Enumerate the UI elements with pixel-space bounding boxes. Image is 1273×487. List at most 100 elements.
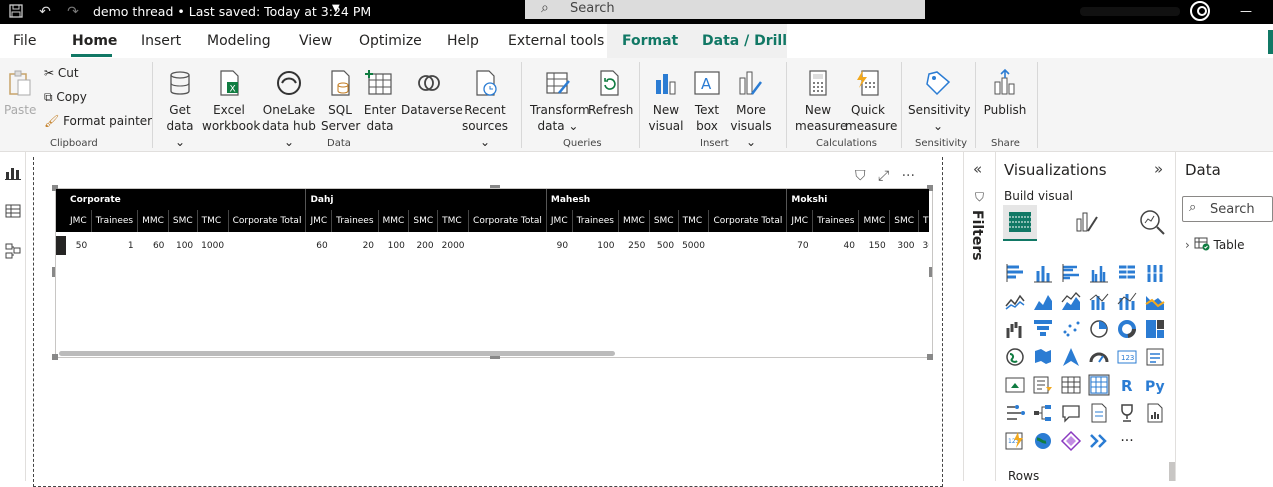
new-measure-button[interactable]: New measure [795, 68, 847, 134]
matrix-column-header[interactable]: TMC [437, 210, 470, 232]
resize-handle[interactable] [490, 185, 500, 188]
matrix-cell[interactable]: 2000 [438, 232, 469, 259]
matrix-column-header[interactable]: JMC [305, 210, 333, 232]
paste-button[interactable]: Paste [4, 68, 36, 118]
matrix-cell[interactable]: 90 [546, 232, 572, 259]
chevron-right-icon[interactable]: › [1185, 238, 1190, 252]
matrix-cell[interactable]: 100 [572, 232, 618, 259]
matrix-cell[interactable]: 500 [649, 232, 678, 259]
row-selection-marker[interactable] [56, 232, 66, 259]
undo-icon[interactable]: ↶ [37, 4, 53, 20]
matrix-column-header[interactable]: Trainees [812, 210, 860, 232]
save-icon[interactable] [8, 4, 24, 20]
tab-optimize[interactable]: Optimize [359, 33, 422, 49]
matrix-cell[interactable] [709, 232, 787, 259]
matrix-cell[interactable]: 100 [168, 232, 197, 259]
horizontal-scrollbar[interactable] [59, 351, 615, 356]
tab-help[interactable]: Help [447, 33, 479, 49]
multi-row-card-icon[interactable] [1144, 346, 1166, 368]
build-visual-tab[interactable] [1003, 205, 1037, 241]
funnel-chart-icon[interactable] [1032, 318, 1054, 340]
matrix-group-header[interactable]: Corporate [66, 189, 307, 210]
100-stacked-bar-chart-icon[interactable] [1116, 262, 1138, 284]
tab-file[interactable]: File [13, 33, 36, 49]
matrix-column-header[interactable]: Trainees [572, 210, 619, 232]
filters-pane-collapsed[interactable]: « ⛉ [963, 152, 996, 481]
matrix-cell[interactable]: 150 [859, 232, 890, 259]
card-icon[interactable]: 123 [1116, 346, 1138, 368]
table-row[interactable]: 50 1 60 100 1000 60 20 100 200 2000 90 100 250 500 500… [56, 232, 929, 259]
matrix-cell[interactable]: 5000 [678, 232, 709, 259]
smart-narrative-icon[interactable] [1088, 402, 1110, 424]
sensitivity-button[interactable]: Sensitivity ⌄ [908, 68, 970, 134]
matrix-column-header[interactable]: MMC [858, 210, 891, 232]
matrix-cell[interactable]: 60 [306, 232, 332, 259]
matrix-cell[interactable]: 250 [618, 232, 649, 259]
treemap-icon[interactable] [1144, 318, 1166, 340]
matrix-column-header[interactable]: Corporate Total [228, 210, 307, 232]
matrix-cell[interactable]: 100 [378, 232, 409, 259]
filter-icon[interactable]: ⛉ [855, 168, 866, 184]
enter-data-button[interactable]: Enter data [362, 68, 398, 134]
matrix-column-header[interactable]: SMC [889, 210, 920, 232]
matrix-cell[interactable]: 20 [332, 232, 378, 259]
matrix-cell[interactable]: 50 [66, 232, 91, 259]
quick-measure-button[interactable]: Quick measure [845, 68, 897, 134]
gauge-icon[interactable] [1088, 346, 1110, 368]
azure-map-icon[interactable] [1060, 346, 1082, 368]
publish-button[interactable]: Publish [982, 68, 1028, 118]
more-visuals-button[interactable]: More visuals ⌄ [727, 68, 775, 150]
resize-handle[interactable] [52, 267, 55, 277]
pie-chart-icon[interactable] [1088, 318, 1110, 340]
matrix-column-header[interactable]: TMC [918, 210, 929, 232]
expand-filters-icon[interactable]: « [973, 160, 982, 178]
kpi-icon[interactable] [1004, 374, 1026, 396]
matrix-column-header[interactable]: Corporate Total [708, 210, 788, 232]
100-stacked-column-chart-icon[interactable] [1144, 262, 1166, 284]
refresh-button[interactable]: Refresh [588, 68, 633, 118]
user-avatar[interactable] [1190, 1, 1210, 21]
viz-pane-scrollbar[interactable] [1169, 462, 1175, 481]
matrix-cell[interactable] [228, 232, 306, 259]
tab-modeling[interactable]: Modeling [207, 33, 271, 49]
report-view-icon[interactable] [5, 164, 21, 180]
matrix-group-header[interactable]: Mahesh [546, 189, 788, 210]
paginated-report-icon[interactable] [1144, 402, 1166, 424]
cut-button[interactable]: ✂ Cut [44, 66, 79, 80]
focus-mode-icon[interactable]: ⤢ [878, 168, 889, 184]
matrix-cell[interactable]: 40 [813, 232, 859, 259]
analytics-tab[interactable] [1135, 205, 1169, 241]
resize-handle[interactable] [927, 354, 933, 360]
data-search-input[interactable]: ⌕ Search [1182, 196, 1273, 222]
more-options-icon[interactable]: ··· [1116, 430, 1138, 452]
metrics-icon[interactable] [1116, 402, 1138, 424]
minimize-button[interactable]: — [1240, 4, 1252, 18]
sql-server-button[interactable]: SQL Server [321, 68, 360, 134]
stacked-column-chart-icon[interactable] [1032, 262, 1054, 284]
new-visual-button[interactable]: New visual [647, 68, 685, 134]
matrix-cell[interactable]: 3000 [919, 232, 929, 259]
recent-sources-button[interactable]: Recent sources ⌄ [459, 68, 511, 150]
power-apps-icon[interactable]: 123 [1004, 430, 1026, 452]
matrix-cell[interactable]: 1000 [197, 232, 228, 259]
matrix-column-header[interactable]: JMC [66, 210, 92, 232]
matrix-column-header[interactable]: MMC [378, 210, 410, 232]
copy-button[interactable]: ⧉ Copy [44, 90, 87, 105]
matrix-column-header[interactable]: SMC [168, 210, 198, 232]
search-input[interactable]: ⌕ Search [525, 0, 925, 19]
tab-external-tools[interactable]: External tools [508, 33, 604, 49]
table-visual-icon[interactable] [1060, 374, 1082, 396]
scatter-chart-icon[interactable] [1060, 318, 1082, 340]
key-influencers-icon[interactable] [1004, 402, 1026, 424]
matrix-cell[interactable]: 60 [138, 232, 169, 259]
dataverse-button[interactable]: Dataverse [401, 68, 463, 118]
format-painter-button[interactable]: 🖌 Format painter [44, 114, 152, 128]
collapse-pane-icon[interactable]: » [1154, 160, 1163, 178]
text-box-button[interactable]: A Text box [688, 68, 726, 134]
matrix-column-header[interactable]: TMC [678, 210, 710, 232]
slicer-icon[interactable] [1032, 374, 1054, 396]
resize-handle[interactable] [490, 356, 500, 359]
title-dropdown-icon[interactable]: ▼ [332, 3, 340, 14]
matrix-column-header[interactable]: JMC [546, 210, 573, 232]
matrix-group-header[interactable]: Mokshi [786, 189, 929, 210]
